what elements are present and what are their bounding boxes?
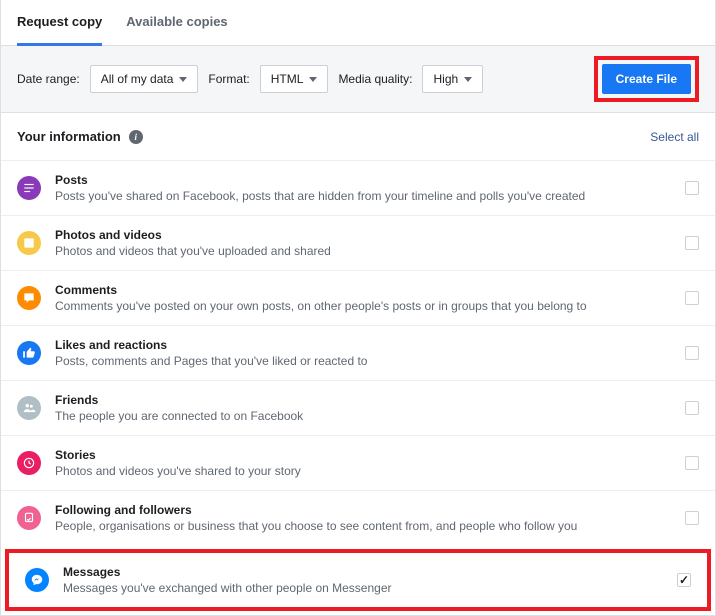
item-checkbox[interactable] (685, 511, 699, 525)
date-range-dropdown[interactable]: All of my data (90, 65, 199, 93)
item-title: Photos and videos (55, 228, 685, 242)
item-desc: Posts, comments and Pages that you've li… (55, 354, 685, 368)
section-title: Your information i (17, 129, 143, 144)
filter-bar: Date range: All of my data Format: HTML … (1, 46, 715, 113)
tabs: Request copy Available copies (1, 0, 715, 46)
list-item[interactable]: Posts Posts you've shared on Facebook, po… (1, 160, 715, 215)
item-title: Messages (63, 565, 677, 579)
item-icon (25, 568, 49, 592)
media-quality-dropdown[interactable]: High (422, 65, 483, 93)
media-quality-label: Media quality: (338, 72, 412, 86)
item-text: Messages Messages you've exchanged with o… (63, 565, 677, 595)
list-item[interactable]: Photos and videos Photos and videos that … (1, 215, 715, 270)
item-title: Friends (55, 393, 685, 407)
item-title: Likes and reactions (55, 338, 685, 352)
item-desc: Posts you've shared on Facebook, posts t… (55, 189, 685, 203)
list-item[interactable]: Messages Messages you've exchanged with o… (9, 553, 707, 607)
item-text: Friends The people you are connected to o… (55, 393, 685, 423)
item-icon (17, 506, 41, 530)
caret-down-icon (179, 77, 187, 82)
item-icon (17, 396, 41, 420)
item-desc: Photos and videos you've shared to your … (55, 464, 685, 478)
item-checkbox[interactable] (685, 346, 699, 360)
items-list: Posts Posts you've shared on Facebook, po… (1, 160, 715, 611)
list-item[interactable]: Likes and reactions Posts, comments and P… (1, 325, 715, 380)
format-label: Format: (208, 72, 249, 86)
tab-available-copies[interactable]: Available copies (126, 0, 227, 45)
item-title: Posts (55, 173, 685, 187)
item-checkbox[interactable] (685, 456, 699, 470)
item-text: Comments Comments you've posted on your o… (55, 283, 685, 313)
caret-down-icon (309, 77, 317, 82)
tab-request-copy[interactable]: Request copy (17, 0, 102, 46)
create-file-button[interactable]: Create File (602, 64, 691, 94)
item-text: Likes and reactions Posts, comments and P… (55, 338, 685, 368)
item-icon (17, 231, 41, 255)
messages-highlight: Messages Messages you've exchanged with o… (5, 549, 711, 611)
item-desc: Photos and videos that you've uploaded a… (55, 244, 685, 258)
list-item[interactable]: Friends The people you are connected to o… (1, 380, 715, 435)
item-checkbox[interactable] (685, 181, 699, 195)
item-checkbox[interactable] (677, 573, 691, 587)
create-file-highlight: Create File (594, 56, 699, 102)
item-text: Photos and videos Photos and videos that … (55, 228, 685, 258)
section-header: Your information i Select all (1, 113, 715, 160)
item-checkbox[interactable] (685, 236, 699, 250)
item-icon (17, 451, 41, 475)
format-dropdown[interactable]: HTML (260, 65, 329, 93)
item-text: Stories Photos and videos you've shared t… (55, 448, 685, 478)
item-desc: People, organisations or business that y… (55, 519, 685, 533)
item-desc: Messages you've exchanged with other peo… (63, 581, 677, 595)
item-title: Following and followers (55, 503, 685, 517)
list-item[interactable]: Comments Comments you've posted on your o… (1, 270, 715, 325)
item-text: Following and followers People, organisat… (55, 503, 685, 533)
item-desc: Comments you've posted on your own posts… (55, 299, 685, 313)
item-icon (17, 286, 41, 310)
item-title: Comments (55, 283, 685, 297)
format-value: HTML (271, 72, 304, 86)
item-text: Posts Posts you've shared on Facebook, po… (55, 173, 685, 203)
date-range-label: Date range: (17, 72, 80, 86)
info-icon[interactable]: i (129, 130, 143, 144)
item-icon (17, 176, 41, 200)
item-desc: The people you are connected to on Faceb… (55, 409, 685, 423)
media-quality-value: High (433, 72, 458, 86)
select-all-link[interactable]: Select all (650, 130, 699, 144)
list-item[interactable]: Following and followers People, organisat… (1, 490, 715, 545)
date-range-value: All of my data (101, 72, 174, 86)
item-icon (17, 341, 41, 365)
item-checkbox[interactable] (685, 291, 699, 305)
item-title: Stories (55, 448, 685, 462)
caret-down-icon (464, 77, 472, 82)
item-checkbox[interactable] (685, 401, 699, 415)
list-item[interactable]: Stories Photos and videos you've shared t… (1, 435, 715, 490)
